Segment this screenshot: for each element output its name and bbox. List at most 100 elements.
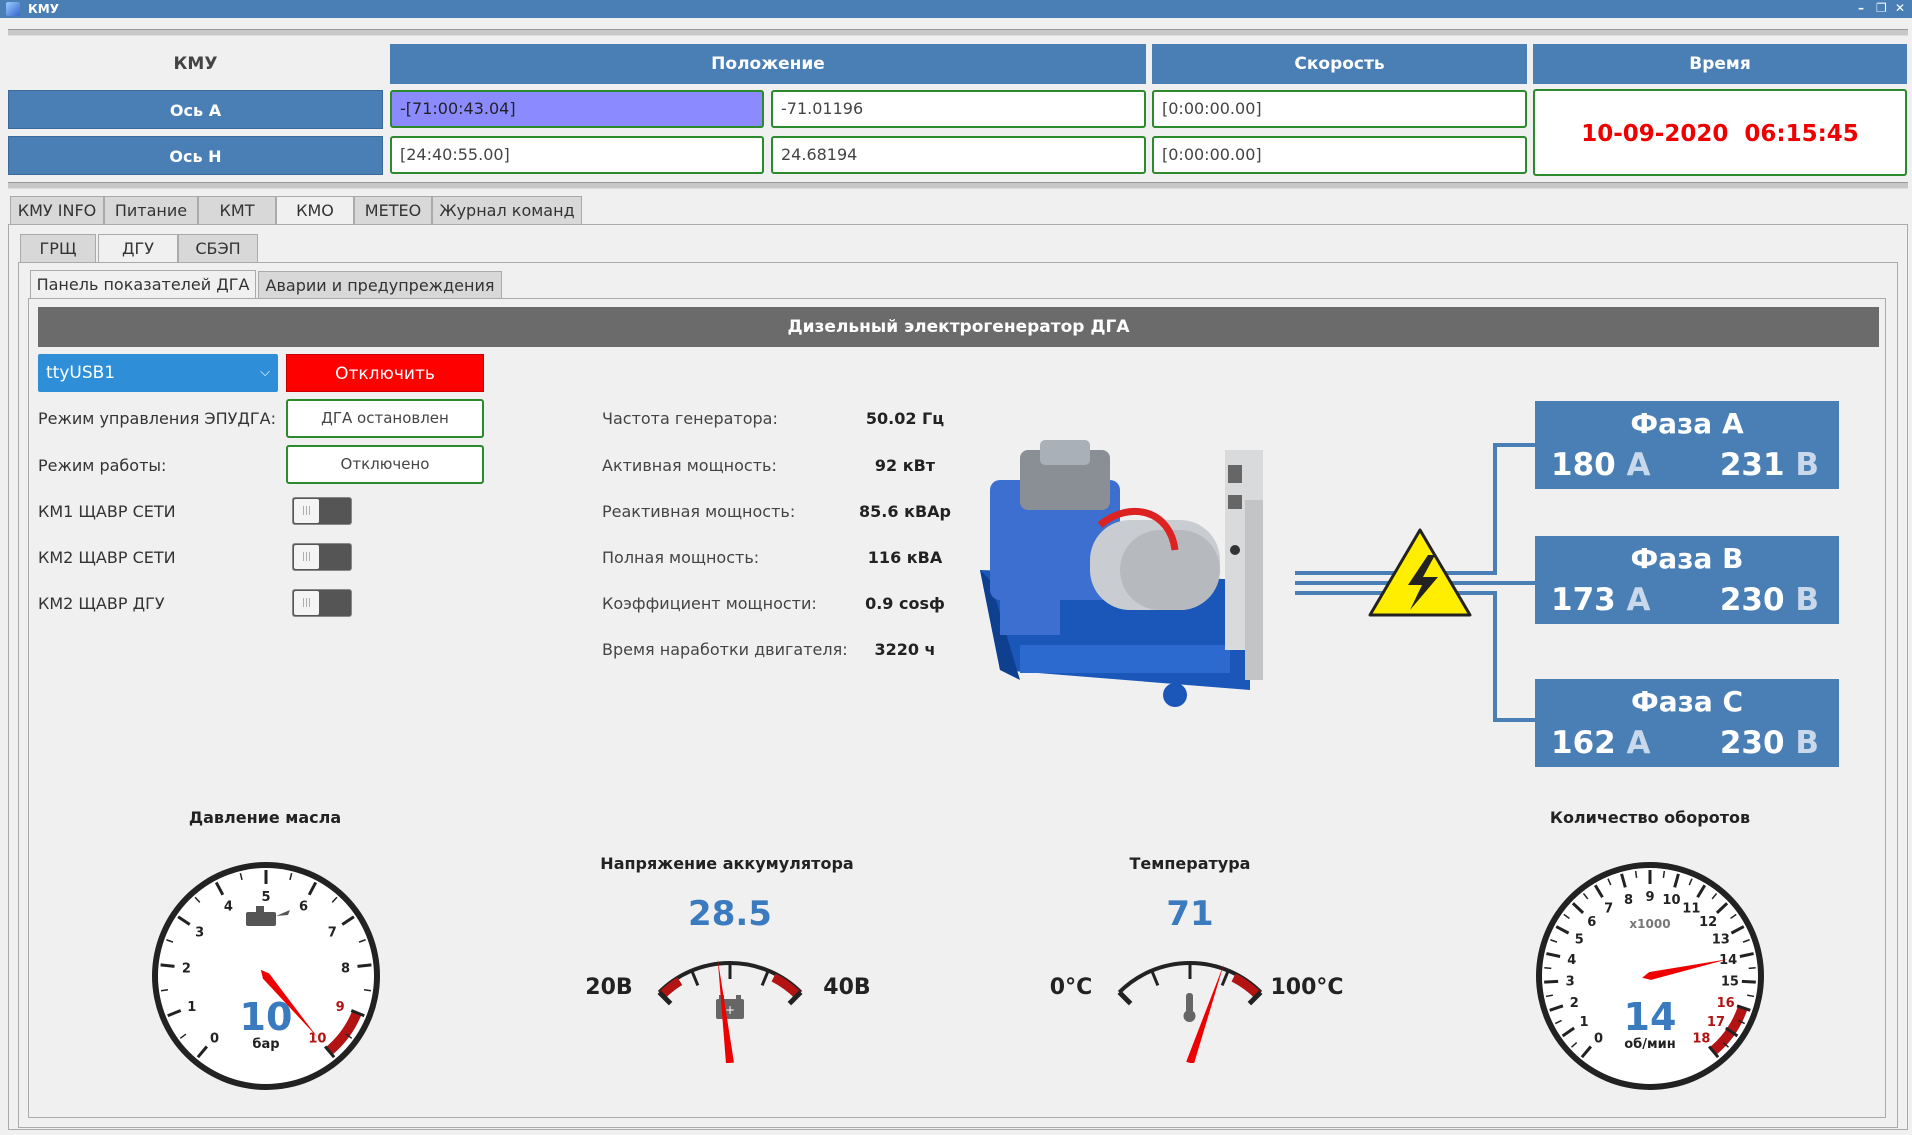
gauge-tick-label: 1 — [1580, 1015, 1589, 1030]
oil-pressure-title: Давление масла — [188, 808, 342, 827]
gauge-tick-label: 10 — [1662, 893, 1680, 908]
tab-kmo[interactable]: КМО — [276, 196, 354, 226]
gauge-tick-label: 6 — [299, 899, 308, 914]
top-separator — [8, 29, 1908, 36]
axis-h-speed[interactable]: [0:00:00.00] — [1152, 136, 1527, 174]
tab-power[interactable]: Питание — [104, 196, 198, 224]
minimize-icon[interactable]: – — [1858, 1, 1864, 15]
time-value: 06:15:45 — [1744, 121, 1859, 147]
datetime-display: 10-09-2020 06:15:45 — [1533, 89, 1907, 176]
app-icon — [6, 2, 20, 16]
voltage-unit: В — [1795, 447, 1819, 483]
axis-a-position-decimal[interactable]: -71.01196 — [771, 90, 1146, 128]
param-value: 116 кВА — [867, 548, 943, 567]
tab-sbep[interactable]: СБЭП — [178, 234, 258, 262]
toggle-knob: ||| — [294, 545, 319, 569]
disconnect-button[interactable]: Отключить — [286, 354, 484, 392]
gauge-tick-label: 9 — [336, 1000, 345, 1015]
gauge-tick — [760, 970, 770, 986]
gauge-tick-label: 15 — [1721, 975, 1739, 990]
gauge-tick — [160, 989, 169, 992]
param-label: Коэффициент мощности: — [602, 594, 817, 613]
gauge-tick-label: 13 — [1712, 933, 1730, 948]
window-title: КМУ — [28, 2, 60, 16]
tab-kmt[interactable]: КМТ — [198, 196, 276, 224]
phase-name: Фаза C — [1630, 685, 1744, 718]
tab-dga-indicators[interactable]: Панель показателей ДГА — [30, 270, 256, 300]
axis-h-label[interactable]: Ось Н — [8, 136, 383, 175]
gauge-tick — [1741, 979, 1756, 984]
gauge-tick-label: 3 — [195, 925, 204, 940]
gauge-tick-label: 12 — [1699, 915, 1717, 930]
tab-dgu[interactable]: ДГУ — [98, 234, 178, 264]
tab-alarms-warnings[interactable]: Аварии и предупреждения — [258, 271, 502, 299]
red-zone — [658, 977, 683, 999]
param-value: 3220 ч — [874, 640, 936, 659]
gauge-tick-label: 5 — [1575, 933, 1584, 948]
gauge-tick-label: 8 — [1624, 893, 1633, 908]
battery-min-label: 20В — [585, 975, 632, 1000]
red-zone — [771, 973, 802, 999]
axis-a-position-dms[interactable]: -[71:00:43.04] — [390, 90, 764, 128]
mode-epudga-label: Режим управления ЭПУДГА: — [38, 409, 276, 428]
km2-net-label: КМ2 ЩАВР СЕТИ — [38, 548, 176, 567]
restore-icon[interactable]: ❐ — [1876, 1, 1887, 15]
axis-h-position-decimal[interactable]: 24.68194 — [771, 136, 1146, 174]
gauge-tick-label: 4 — [1567, 953, 1576, 968]
gauge-tick — [690, 970, 700, 986]
gauge-tick — [1748, 967, 1756, 970]
col-position-header: Положение — [390, 44, 1146, 84]
window-titlebar: КМУ – ❐ ✕ — [0, 0, 1912, 18]
tab-meteo[interactable]: METEO — [354, 196, 432, 224]
phase-a-card: Фаза A 180 А 231 В — [1535, 401, 1839, 489]
work-mode-label: Режим работы: — [38, 456, 167, 475]
km2-net-toggle[interactable]: ||| — [292, 543, 352, 571]
temperature-value: 71 — [1166, 894, 1213, 934]
phase-voltage: 231 — [1719, 447, 1785, 483]
param-value: 92 кВт — [874, 456, 936, 475]
phase-name: Фаза B — [1630, 542, 1744, 575]
red-zone — [1231, 973, 1262, 999]
gauge-tick-label: 8 — [341, 962, 350, 977]
param-label: Активная мощность: — [602, 456, 777, 475]
km1-toggle[interactable]: ||| — [292, 497, 352, 525]
temperature-gauge: 71 0°C 100°C — [1050, 894, 1344, 1063]
phase-voltage: 230 — [1719, 725, 1785, 761]
gauge-tick-label: 17 — [1707, 1015, 1725, 1030]
section-title: Дизельный электрогенератор ДГА — [38, 307, 1879, 347]
date-value: 10-09-2020 — [1581, 121, 1729, 147]
rpm-gauge: 012345678 9 101112131415161718 x1000 14 об… — [1536, 862, 1764, 1090]
axis-a-speed[interactable]: [0:00:00.00] — [1152, 90, 1527, 128]
close-icon[interactable]: ✕ — [1895, 1, 1905, 15]
tab-grsch[interactable]: ГРЩ — [20, 234, 96, 262]
rpm-title: Количество оборотов — [1549, 808, 1751, 827]
gauge-tick-label: 2 — [1570, 996, 1579, 1011]
gauge-tick-label: 6 — [1587, 915, 1596, 930]
gauge-tick-label: 0 — [210, 1031, 219, 1046]
header-separator — [8, 182, 1908, 189]
phase-current: 162 — [1551, 725, 1616, 761]
gauge-tick-label: 2 — [182, 962, 191, 977]
km2-dgu-toggle[interactable]: ||| — [292, 589, 352, 617]
gauge-tick-label: 10 — [308, 1031, 326, 1046]
oil-pressure-gauge: 012345678910 10 бар — [152, 862, 380, 1090]
tab-command-log[interactable]: Журнал команд — [432, 196, 582, 224]
phase-c-card: Фаза C 162 А 230 В — [1535, 679, 1839, 767]
battery-max-label: 40В — [823, 975, 870, 1000]
km2-dgu-label: КМ2 ЩАВР ДГУ — [38, 594, 165, 613]
param-label: Реактивная мощность: — [602, 502, 796, 521]
gauge-tick — [1544, 979, 1559, 984]
phase-name: Фаза A — [1630, 407, 1744, 440]
work-mode-status: Отключено — [286, 445, 484, 484]
port-select[interactable]: ttyUSB1 ⌵ — [38, 354, 278, 392]
axis-a-label[interactable]: Ось А — [8, 90, 383, 129]
param-label: Время наработки двигателя: — [602, 640, 848, 659]
current-unit: А — [1626, 725, 1651, 761]
axis-h-position-dms[interactable]: [24:40:55.00] — [390, 136, 764, 174]
battery-voltage-title: Напряжение аккумулятора — [600, 854, 854, 873]
gauge-tick — [1117, 990, 1133, 1006]
port-select-value: ttyUSB1 — [46, 363, 116, 383]
gauge-tick-label: 7 — [328, 925, 337, 940]
tab-kmu-info[interactable]: КМУ INFO — [10, 196, 104, 224]
param-value: 85.6 кВАр — [859, 502, 951, 521]
